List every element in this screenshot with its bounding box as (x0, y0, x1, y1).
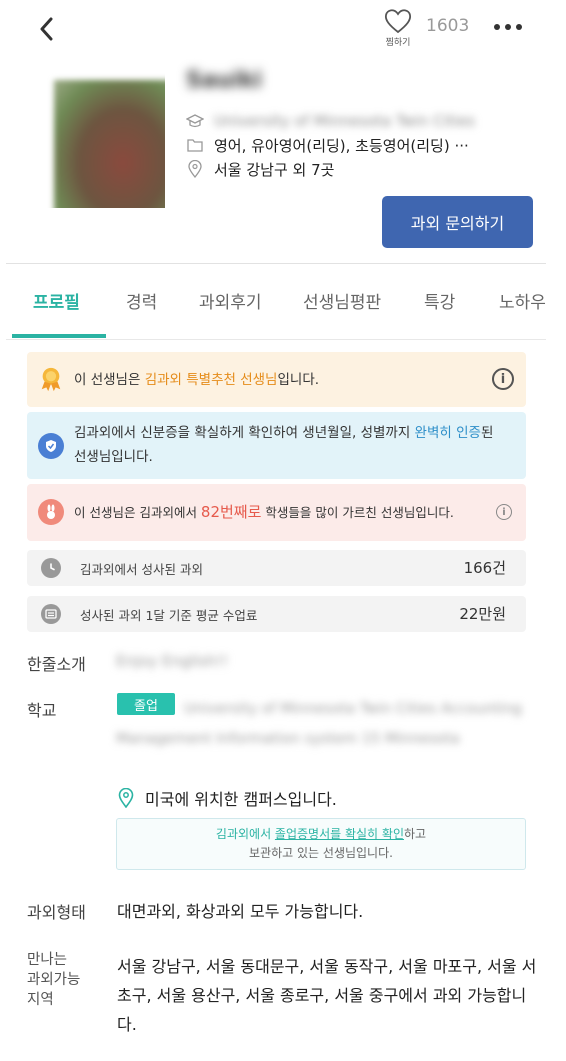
campus-note: 미국에 위치한 캠퍼스입니다. (117, 786, 337, 810)
verified-line2: 선생님입니다. (74, 449, 153, 465)
rabbit-icon (38, 499, 64, 525)
top-bar: 찜하기 1603 (0, 0, 566, 60)
verified-suffix: 된 (480, 425, 494, 441)
verified-highlight: 완벽히 인증 (414, 425, 481, 441)
subjects-row: 영어, 유아영어(리딩), 초등영어(리딩) ··· (186, 134, 469, 156)
rank-text: 이 선생님은 김과외에서 82번째로 학생들을 많이 가르친 선생님입니다. (74, 500, 454, 525)
recommend-prefix: 이 선생님은 (74, 372, 145, 388)
rank-prefix: 이 선생님은 김과외에서 (74, 505, 201, 520)
info-icon[interactable]: i (496, 504, 512, 520)
rank-suffix: 학생들을 많이 가르친 선생님입니다. (261, 505, 454, 520)
school-row: University of Minnesota Twin Cities (186, 110, 475, 132)
recommend-highlight: 김과외 특별추천 선생님 (144, 372, 278, 388)
chevron-left-icon (40, 17, 53, 41)
tab-profile[interactable]: 프로필 (33, 288, 80, 313)
verified-prefix: 김과외에서 신분증을 확실하게 확인하여 생년월일, 성별까지 (74, 425, 415, 441)
stat-value: 166건 (463, 559, 506, 577)
school-detail: University of Minnesota Twin Cities Acco… (116, 701, 522, 747)
graduated-badge: 졸업 (117, 693, 175, 715)
money-icon (41, 604, 61, 624)
intro-label: 한줄소개 (27, 655, 86, 674)
heart-icon (384, 9, 412, 34)
rank-highlight: 82번째로 (200, 503, 262, 521)
location-pin-icon (117, 788, 135, 808)
area-label-line3: 지역 (27, 992, 54, 1008)
location-row: 서울 강남구 외 7곳 (186, 158, 334, 180)
more-dot-icon (516, 24, 522, 30)
certificate-notice: 김과외에서 졸업증명서를 확실히 확인하고 보관하고 있는 선생님입니다. (116, 818, 526, 870)
campus-note-text: 미국에 위치한 캠퍼스입니다. (145, 790, 337, 809)
medal-icon (38, 366, 64, 392)
verified-text: 김과외에서 신분증을 확실하게 확인하여 생년월일, 성별까지 완벽히 인증된 … (74, 421, 493, 469)
inquiry-button[interactable]: 과외 문의하기 (382, 196, 533, 248)
tab-reputation[interactable]: 선생님평판 (303, 288, 381, 313)
graduation-cap-icon (186, 112, 204, 130)
tab-divider (6, 339, 546, 340)
verified-banner: 김과외에서 신분증을 확실하게 확인하여 생년월일, 성별까지 완벽히 인증된 … (27, 412, 526, 479)
tab-knowhow[interactable]: 노하우 (499, 288, 546, 313)
tab-career[interactable]: 경력 (126, 288, 157, 313)
area-label-line2: 과외가능 (27, 972, 81, 988)
tab-reviews[interactable]: 과외후기 (199, 288, 262, 313)
cert-prefix: 김과외에서 (215, 827, 275, 841)
back-button[interactable] (32, 12, 62, 46)
teacher-name: Sauiki (186, 68, 263, 93)
favorite-label: 찜하기 (385, 38, 411, 48)
favorite-button[interactable]: 찜하기 (380, 8, 416, 52)
more-dot-icon (494, 24, 500, 30)
tab-special-lecture[interactable]: 특강 (424, 288, 455, 313)
divider (6, 263, 546, 264)
teacher-profile-header: Sauiki University of Minnesota Twin Citi… (0, 60, 566, 264)
area-label: 만나는 과외가능 지역 (27, 950, 107, 1010)
school-name: University of Minnesota Twin Cities (214, 112, 475, 130)
school-label: 학교 (27, 701, 57, 720)
shield-icon (38, 433, 64, 459)
stat-row: 김과외에서 성사된 과외 166건 (27, 550, 526, 586)
folder-icon (186, 136, 204, 154)
subjects-text: 영어, 유아영어(리딩), 초등영어(리딩) ··· (214, 136, 469, 155)
more-options-button[interactable] (488, 14, 528, 40)
recommend-banner: 이 선생님은 김과외 특별추천 선생님입니다. i (27, 352, 526, 407)
lesson-type-text: 대면과외, 화상과외 모두 가능합니다. (117, 902, 364, 921)
recommend-text: 이 선생님은 김과외 특별추천 선생님입니다. (74, 368, 319, 392)
area-text: 서울 강남구, 서울 동대문구, 서울 동작구, 서울 마포구, 서울 서초구,… (117, 957, 537, 1034)
location-pin-icon (186, 160, 204, 178)
clock-icon (41, 558, 61, 578)
active-tab-indicator (12, 334, 106, 338)
rank-banner: 이 선생님은 김과외에서 82번째로 학생들을 많이 가르친 선생님입니다. i (27, 484, 526, 541)
recommend-suffix: 입니다. (277, 372, 320, 388)
area-label-line1: 만나는 (27, 952, 68, 968)
stat-label: 성사된 과외 1달 기준 평균 수업료 (80, 608, 258, 623)
stat-value: 22만원 (459, 605, 506, 623)
stat-label: 김과외에서 성사된 과외 (80, 562, 203, 577)
location-text: 서울 강남구 외 7곳 (214, 160, 335, 179)
intro-text: Enjoy English!! (116, 652, 229, 670)
teacher-photo-blurred (54, 80, 165, 208)
more-dot-icon (505, 24, 511, 30)
profile-tabs: 프로필 경력 과외후기 선생님평판 특강 노하우 (0, 268, 566, 338)
cert-line2: 보관하고 있는 선생님입니다. (249, 846, 393, 860)
like-count: 1603 (426, 16, 470, 36)
cert-highlight: 졸업증명서를 확실히 확인 (274, 827, 404, 841)
stat-row: 성사된 과외 1달 기준 평균 수업료 22만원 (27, 596, 526, 632)
lesson-type-label: 과외형태 (27, 903, 86, 922)
teacher-photo (27, 70, 165, 208)
info-icon[interactable]: i (492, 368, 514, 390)
cert-suffix: 하고 (404, 827, 427, 841)
